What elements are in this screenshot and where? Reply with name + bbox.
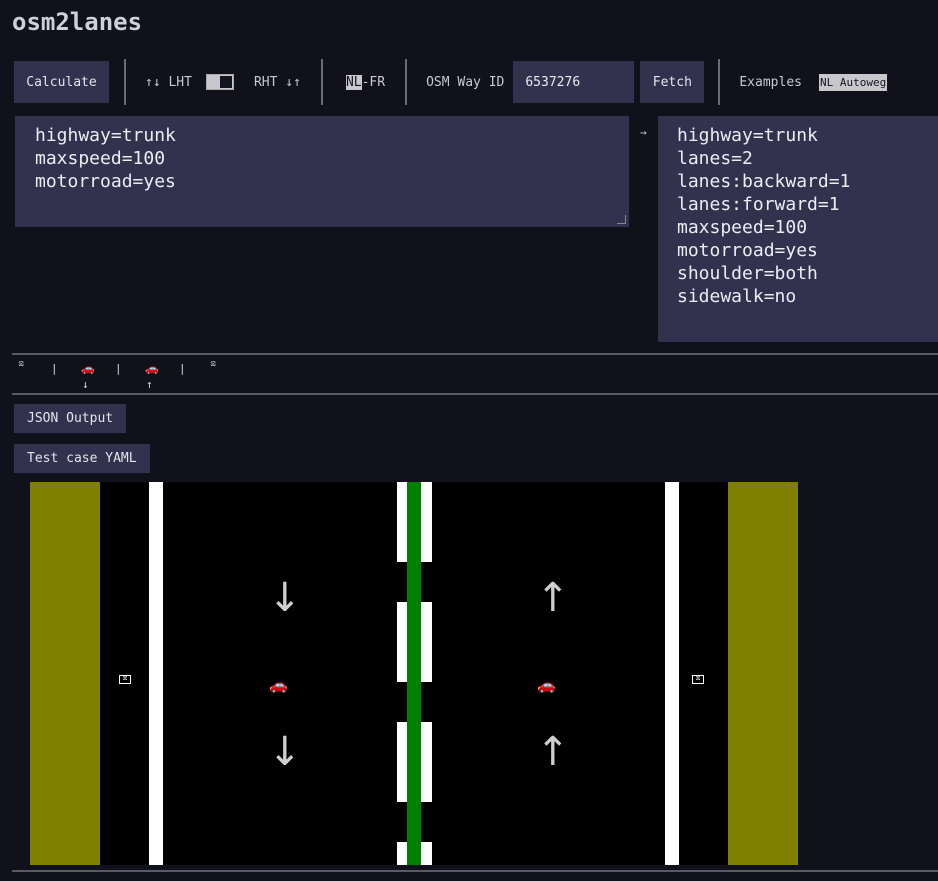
lane-separator: | xyxy=(179,362,186,375)
car-icon: 🚗 xyxy=(145,362,159,375)
traffic-side-toggle[interactable] xyxy=(205,74,234,90)
osm-way-id-input[interactable]: 6537276 xyxy=(513,61,635,103)
toolbar-divider xyxy=(405,59,408,105)
arrow-down-icon: ↓ xyxy=(82,378,89,391)
shoulder-icon: ⛝ xyxy=(211,361,216,368)
locale-fr[interactable]: -FR xyxy=(362,75,385,90)
right-edge-line xyxy=(665,482,679,865)
toolbar-divider xyxy=(718,59,721,105)
lane-separator: | xyxy=(51,362,58,375)
input-tags-textarea[interactable]: highway=trunk maxspeed=100 motorroad=yes xyxy=(15,116,629,227)
toolbar: Calculate ↑↓ LHT RHT ↓↑ NL-FR OSM Way ID… xyxy=(14,59,938,105)
app-title: osm2lanes xyxy=(12,8,143,36)
output-tag-line: lanes:forward=1 xyxy=(677,194,840,215)
shoulder-icon: ⛝ xyxy=(19,361,24,368)
median-strip xyxy=(407,482,421,865)
divider xyxy=(12,353,938,355)
arrow-up-icon: ↑ xyxy=(146,378,153,391)
left-edge-line xyxy=(149,482,163,865)
arrow-up-icon: ↑ xyxy=(536,575,570,621)
examples-select[interactable]: NL Autoweg xyxy=(818,73,888,91)
right-verge xyxy=(728,482,798,865)
examples-label: Examples xyxy=(739,74,802,90)
arrow-right-icon: → xyxy=(640,126,647,139)
toolbar-divider xyxy=(320,59,323,105)
output-tags: highway=trunk lanes=2 lanes:backward=1 l… xyxy=(658,116,938,342)
shoulder-sign-icon: ⛝ xyxy=(119,675,131,684)
test-case-yaml-button[interactable]: Test case YAML xyxy=(14,444,150,473)
toggle-knob xyxy=(219,76,232,88)
output-tag-line: lanes=2 xyxy=(677,148,753,169)
output-tag-line: lanes:backward=1 xyxy=(677,171,851,192)
car-icon: 🚗 xyxy=(269,676,288,694)
divider xyxy=(12,393,938,395)
locale-selector[interactable]: NL-FR xyxy=(345,74,385,90)
shoulder-sign-icon: ⛝ xyxy=(692,675,704,684)
car-icon: 🚗 xyxy=(81,362,95,375)
toolbar-divider xyxy=(124,59,126,105)
textarea-resize-handle[interactable] xyxy=(617,215,626,224)
output-tag-line: shoulder=both xyxy=(677,263,818,284)
locale-nl[interactable]: NL xyxy=(345,74,362,90)
car-icon: 🚗 xyxy=(537,676,556,694)
arrow-down-icon: ↓ xyxy=(268,729,302,775)
left-verge xyxy=(30,482,100,865)
calculate-button[interactable]: Calculate xyxy=(14,61,109,103)
output-tag-line: maxspeed=100 xyxy=(677,217,808,238)
output-tag-line: highway=trunk xyxy=(677,125,818,146)
osm-way-id-label: OSM Way ID xyxy=(426,74,505,90)
arrow-up-icon: ↑ xyxy=(536,729,570,775)
fetch-button[interactable]: Fetch xyxy=(640,61,705,103)
lht-label: ↑↓ LHT xyxy=(145,74,192,90)
arrow-down-icon: ↓ xyxy=(268,575,302,621)
road-render: ⛝ ↓ 🚗 ↓ ↑ 🚗 ↑ ⛝ xyxy=(30,482,798,865)
output-tag-line: motorroad=yes xyxy=(677,240,818,261)
json-output-button[interactable]: JSON Output xyxy=(14,404,127,433)
output-tag-line: sidewalk=no xyxy=(677,286,797,307)
lane-separator: | xyxy=(115,362,122,375)
rht-label: RHT ↓↑ xyxy=(253,74,301,90)
divider xyxy=(12,870,938,872)
